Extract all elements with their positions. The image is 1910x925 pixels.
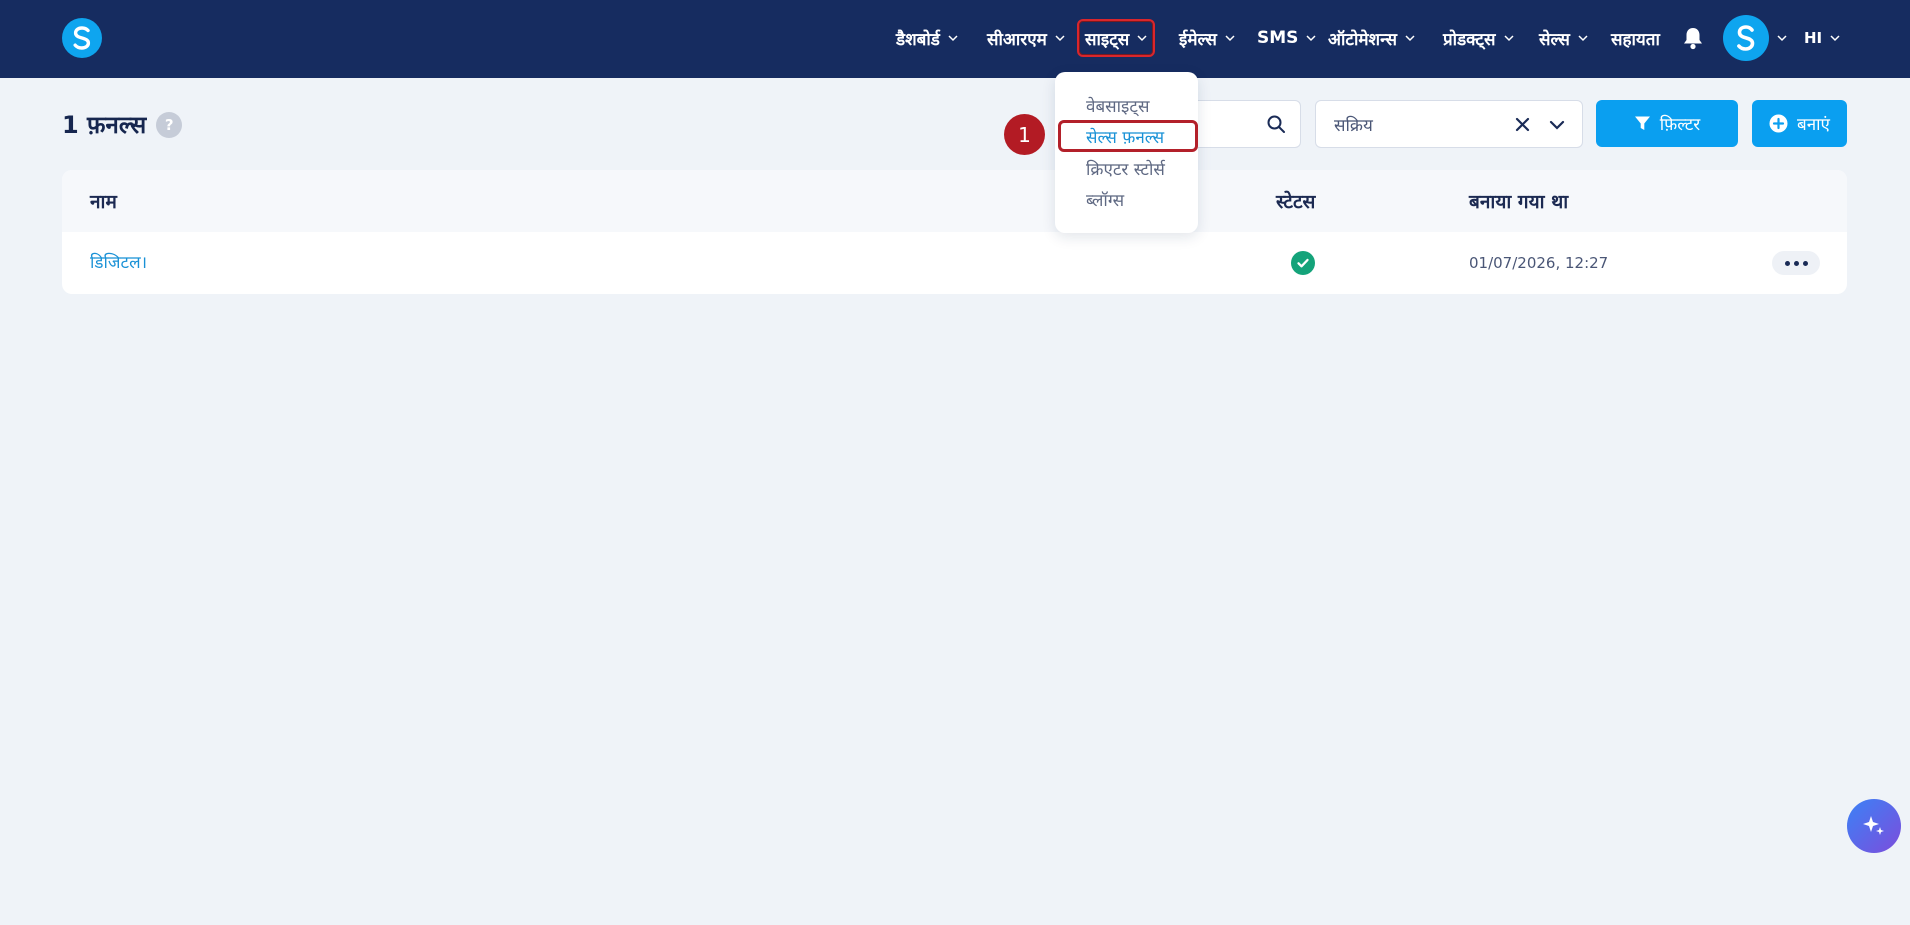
filter-icon (1634, 116, 1650, 130)
nav-automations-label: ऑटोमेशन्स (1328, 29, 1398, 50)
nav-crm-label: सीआरएम (987, 29, 1047, 50)
status-select[interactable]: सक्रिय (1315, 100, 1583, 148)
nav-automations[interactable]: ऑटोमेशन्स (1328, 22, 1415, 54)
s-logo-icon[interactable] (62, 18, 102, 58)
filter-button-label: फ़िल्टर (1659, 115, 1701, 135)
sparkle-icon (1863, 816, 1884, 835)
search-icon[interactable] (1266, 114, 1286, 134)
page-title: 1 फ़नल्स ? (62, 108, 183, 141)
chevron-down-icon (1503, 35, 1514, 42)
dot (1802, 260, 1808, 266)
table-row[interactable]: डिजिटल। 01/07/2026, 12:27 (62, 232, 1847, 294)
language-label: HI (1804, 29, 1823, 47)
chevron-down-icon (948, 35, 958, 42)
nav-crm[interactable]: सीआरएम (987, 22, 1065, 54)
ai-assistant-button[interactable] (1847, 799, 1901, 853)
step-number-badge: 1 (1004, 114, 1045, 155)
nav-sites[interactable]: साइट्स (1077, 19, 1156, 57)
chevron-down-icon (1405, 35, 1415, 42)
nav-sales[interactable]: सेल्स (1539, 22, 1588, 54)
menu-item-blogs[interactable]: ब्लॉग्स (1086, 188, 1124, 211)
dot (1784, 260, 1790, 266)
nav-help-label: सहायता (1611, 29, 1660, 50)
filter-button[interactable]: फ़िल्टर (1596, 100, 1738, 147)
create-button[interactable]: बनाएं (1752, 100, 1847, 147)
page-title-text: 1 फ़नल्स (62, 111, 147, 139)
column-header-status[interactable]: स्टेटस (1276, 188, 1315, 214)
nav-help[interactable]: सहायता (1611, 22, 1660, 54)
bell-icon[interactable] (1682, 26, 1704, 50)
nav-emails[interactable]: ईमेल्स (1179, 22, 1235, 54)
help-icon[interactable]: ? (156, 111, 183, 138)
plus-circle-icon (1769, 114, 1788, 133)
menu-item-websites[interactable]: वेबसाइट्स (1086, 94, 1149, 117)
nav-dashboard-label: डैशबोर्ड (896, 29, 940, 50)
nav-sales-label: सेल्स (1539, 29, 1570, 50)
clear-icon[interactable] (1515, 117, 1530, 132)
created-date: 01/07/2026, 12:27 (1469, 254, 1609, 272)
chevron-down-icon (1578, 35, 1588, 42)
chevron-down-icon (1777, 35, 1787, 42)
highlight-box (1058, 120, 1198, 152)
top-navbar: डैशबोर्ड सीआरएम साइट्स ईमेल्स SMS ऑटोमेश… (0, 0, 1910, 78)
chevron-down-icon (1137, 35, 1147, 42)
dot (1793, 260, 1799, 266)
column-header-name[interactable]: नाम (90, 188, 117, 214)
nav-sites-label: साइट्स (1085, 29, 1130, 50)
status-select-value: सक्रिय (1334, 116, 1373, 136)
table-header: नाम स्टेटस बनाया गया था (62, 170, 1847, 232)
sites-dropdown-menu: वेबसाइट्स सेल्स फ़नल्स क्रिएटर स्टोर्स ब… (1055, 72, 1198, 233)
nav-emails-label: ईमेल्स (1179, 29, 1217, 50)
funnels-table: नाम स्टेटस बनाया गया था डिजिटल। 01/07/20… (62, 170, 1847, 294)
nav-sms-label: SMS (1257, 28, 1299, 48)
nav-dashboard[interactable]: डैशबोर्ड (896, 22, 958, 54)
language-selector[interactable]: HI (1804, 22, 1840, 54)
status-active-icon (1291, 251, 1315, 275)
funnel-name-link[interactable]: डिजिटल। (90, 250, 147, 273)
menu-item-creator-stores[interactable]: क्रिएटर स्टोर्स (1086, 157, 1165, 180)
chevron-down-icon (1225, 35, 1235, 42)
chevron-down-icon (1055, 35, 1065, 42)
nav-products[interactable]: प्रोडक्ट्स (1443, 22, 1514, 54)
s-avatar-icon[interactable] (1723, 15, 1769, 61)
more-actions-button[interactable] (1772, 251, 1820, 275)
create-button-label: बनाएं (1797, 115, 1830, 135)
nav-products-label: प्रोडक्ट्स (1443, 29, 1496, 50)
nav-sms[interactable]: SMS (1257, 22, 1316, 54)
column-header-created[interactable]: बनाया गया था (1469, 188, 1568, 214)
chevron-down-icon (1830, 35, 1840, 42)
chevron-down-icon[interactable] (1548, 116, 1566, 134)
avatar-menu-chevron[interactable] (1777, 26, 1787, 50)
chevron-down-icon (1306, 35, 1316, 42)
